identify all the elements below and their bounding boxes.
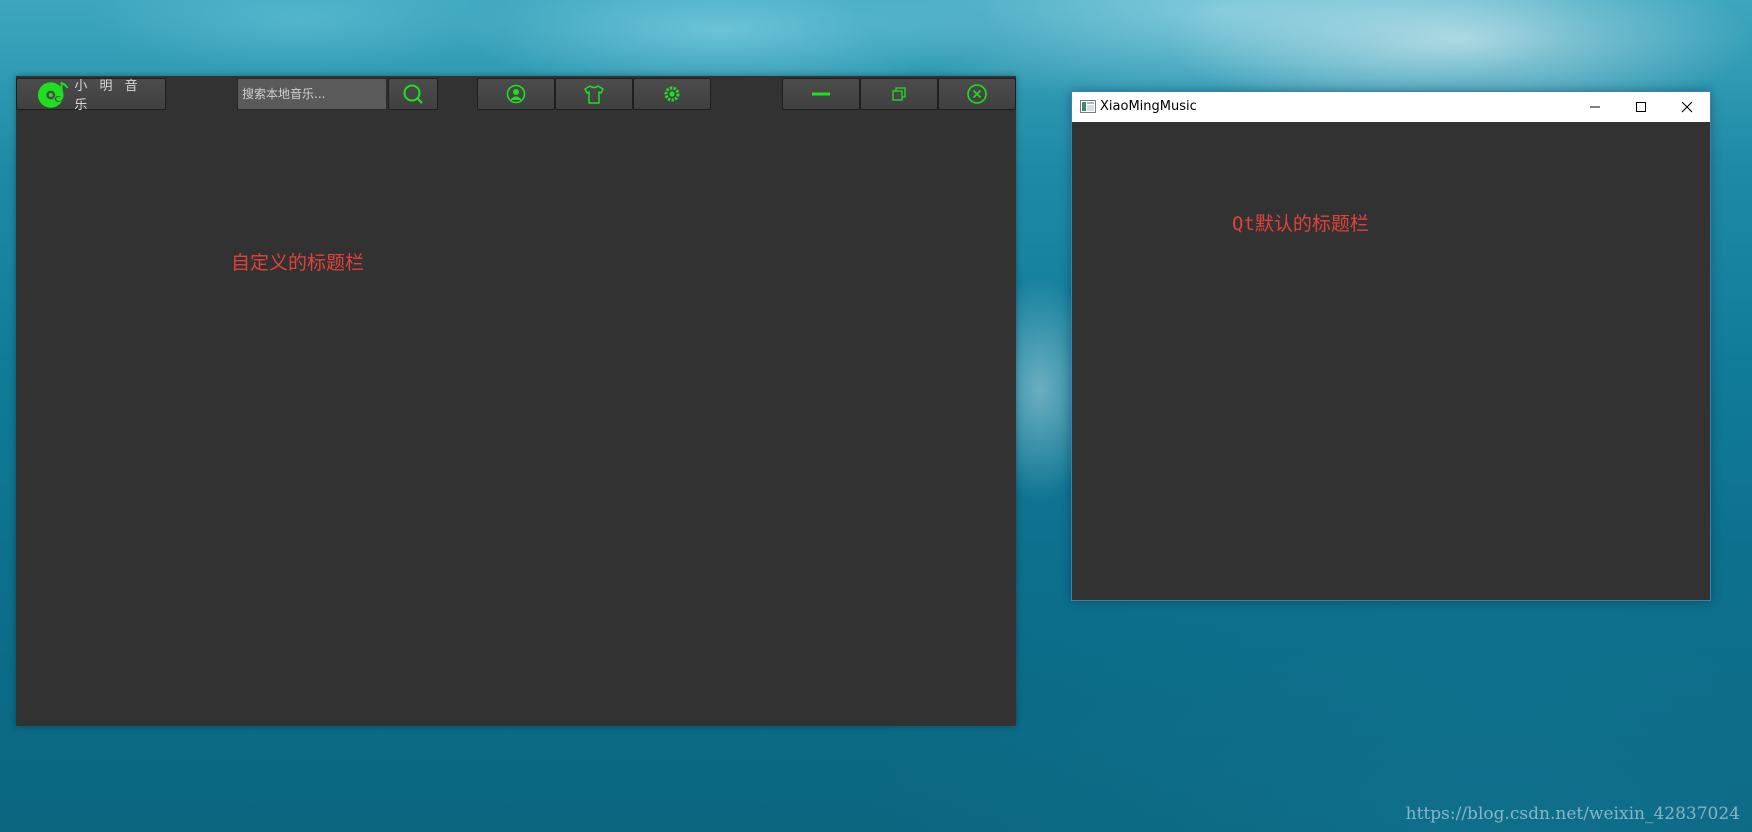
minimize-button[interactable] (782, 78, 860, 110)
custom-titlebar-annotation: 自定义的标题栏 (231, 252, 365, 274)
skin-button[interactable] (555, 78, 633, 110)
tshirt-icon (584, 85, 604, 104)
gear-icon (664, 86, 680, 102)
user-avatar-icon (506, 84, 526, 104)
qt-minimize-button[interactable] (1572, 92, 1618, 122)
watermark-url: https://blog.csdn.net/weixin_42837024 (1405, 804, 1740, 824)
close-button[interactable] (938, 78, 1016, 110)
music-disc-note-icon (37, 81, 69, 108)
dash-icon (812, 92, 830, 96)
qt-close-button[interactable] (1664, 92, 1710, 122)
maximize-icon (1636, 102, 1646, 112)
app-name-label: 小 明 音 乐 (74, 79, 142, 113)
restore-windows-icon (892, 87, 906, 101)
window-title: XiaoMingMusic (1100, 99, 1197, 114)
user-button[interactable] (477, 78, 555, 110)
magnifier-icon (403, 84, 423, 104)
settings-button[interactable] (633, 78, 711, 110)
custom-titlebar-window: 小 明 音 乐 搜索本地音乐... 自定义的标题栏 (16, 76, 1016, 726)
restore-button[interactable] (860, 78, 938, 110)
minimize-icon (1590, 106, 1600, 108)
qt-maximize-button[interactable] (1618, 92, 1664, 122)
qt-titlebar[interactable]: XiaoMingMusic (1072, 92, 1710, 122)
circle-x-icon (967, 84, 987, 104)
search-button[interactable] (388, 78, 438, 110)
app-window-icon (1080, 100, 1096, 113)
logo-button[interactable]: 小 明 音 乐 (16, 78, 166, 113)
search-input[interactable] (237, 78, 387, 110)
qt-default-window: XiaoMingMusic Qt默认的标题栏 (1071, 91, 1711, 601)
qt-titlebar-annotation: Qt默认的标题栏 (1232, 213, 1369, 235)
close-icon (1681, 101, 1693, 113)
